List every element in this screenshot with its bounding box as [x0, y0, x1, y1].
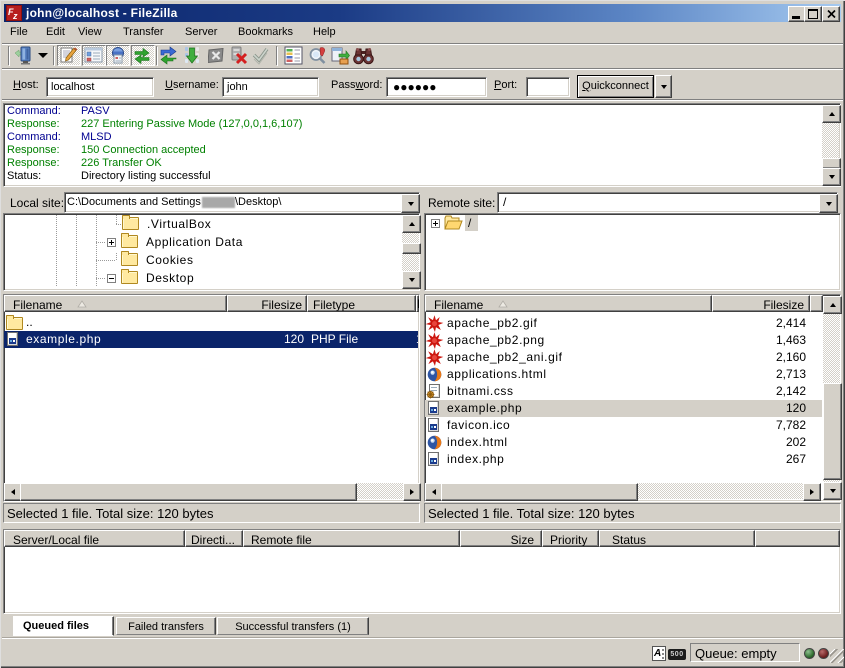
svg-text:z: z [12, 11, 18, 20]
